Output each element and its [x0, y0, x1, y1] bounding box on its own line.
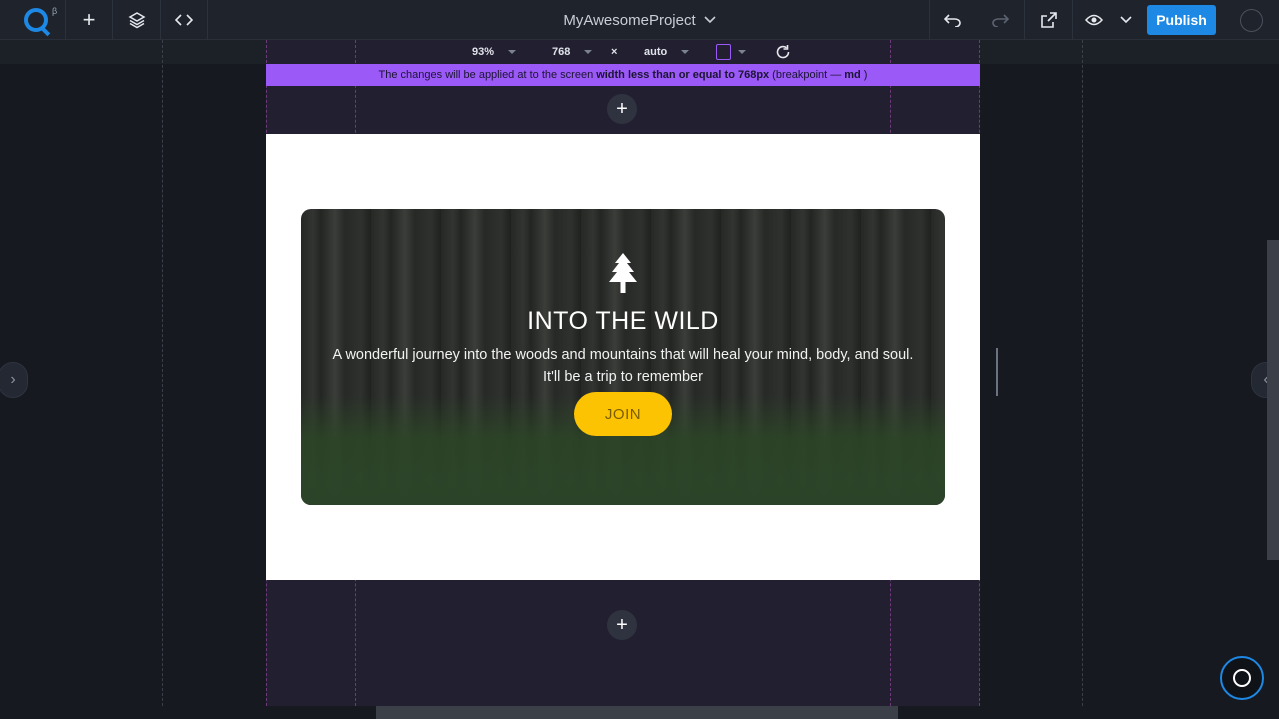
- breakpoint-notice-condition: width less than or equal to 768px: [596, 69, 770, 81]
- hero-description-line-1: A wonderful journey into the woods and m…: [332, 347, 914, 363]
- project-selector[interactable]: MyAwesomeProject: [563, 11, 716, 29]
- project-name: MyAwesomeProject: [563, 11, 696, 29]
- refresh-icon[interactable]: [775, 40, 791, 64]
- device-select[interactable]: [716, 40, 746, 64]
- breakpoint-notice-suffix: (breakpoint —: [772, 69, 842, 81]
- avatar[interactable]: [1240, 9, 1263, 32]
- guide-line-left: [162, 40, 163, 706]
- join-button[interactable]: JOIN: [574, 392, 672, 436]
- left-panel-toggle-chevron-right-icon[interactable]: ›: [0, 362, 28, 398]
- logo-icon: [24, 8, 48, 32]
- breakpoint-notice-close: ): [863, 69, 868, 81]
- chevron-down-icon: [704, 16, 716, 24]
- height-value: auto: [644, 46, 668, 58]
- code-icon[interactable]: [161, 0, 207, 40]
- undo-icon[interactable]: [930, 0, 976, 40]
- frame-resize-handle[interactable]: [996, 348, 998, 396]
- toolbar-divider: [207, 0, 208, 40]
- chevron-down-icon: [508, 50, 517, 54]
- width-value: 768: [552, 46, 571, 58]
- hero-section[interactable]: INTO THE WILD A wonderful journey into t…: [301, 209, 945, 505]
- tree-icon: [608, 253, 638, 295]
- zoom-select[interactable]: 93%: [472, 40, 517, 64]
- chevron-down-icon: [584, 50, 593, 54]
- page-canvas: INTO THE WILD A wonderful journey into t…: [266, 134, 980, 580]
- breakpoint-notice: The changes will be applied at to the sc…: [266, 64, 980, 86]
- publish-button[interactable]: Publish: [1147, 5, 1216, 35]
- redo-icon[interactable]: [977, 0, 1023, 40]
- layers-icon[interactable]: [113, 0, 160, 40]
- open-external-icon[interactable]: [1025, 0, 1072, 40]
- top-toolbar: β + MyAwesomeProject Publish: [0, 0, 1279, 40]
- hero-content: INTO THE WILD A wonderful journey into t…: [301, 209, 945, 505]
- toolbar-divider: [1072, 0, 1073, 40]
- add-section-above-button[interactable]: +: [607, 94, 637, 124]
- width-select[interactable]: 768: [552, 40, 593, 64]
- chat-icon: [1233, 669, 1251, 687]
- preview-eye-icon[interactable]: [1080, 0, 1108, 40]
- hero-description-line-2: It'll be a trip to remember: [543, 369, 703, 385]
- guide-line-right: [1082, 40, 1083, 706]
- chevron-down-icon: [738, 50, 746, 54]
- height-select[interactable]: auto: [644, 40, 690, 64]
- dimension-separator: ×: [611, 46, 618, 58]
- horizontal-scrollbar[interactable]: [376, 706, 898, 719]
- add-icon[interactable]: +: [66, 0, 112, 40]
- breakpoint-name: md: [844, 69, 861, 81]
- tablet-icon: [716, 44, 731, 60]
- hero-description: A wonderful journey into the woods and m…: [323, 344, 923, 388]
- breakpoint-notice-prefix: The changes will be applied at to the sc…: [378, 69, 594, 81]
- preview-chevron-down-icon[interactable]: [1114, 0, 1138, 40]
- chat-support-button[interactable]: [1220, 656, 1264, 700]
- vertical-scrollbar[interactable]: [1267, 240, 1279, 560]
- app-logo[interactable]: β: [12, 0, 60, 40]
- beta-badge: β: [52, 6, 58, 16]
- zoom-value: 93%: [472, 46, 495, 58]
- hero-title: INTO THE WILD: [527, 307, 719, 335]
- chevron-down-icon: [681, 50, 690, 54]
- add-section-below-button[interactable]: +: [607, 610, 637, 640]
